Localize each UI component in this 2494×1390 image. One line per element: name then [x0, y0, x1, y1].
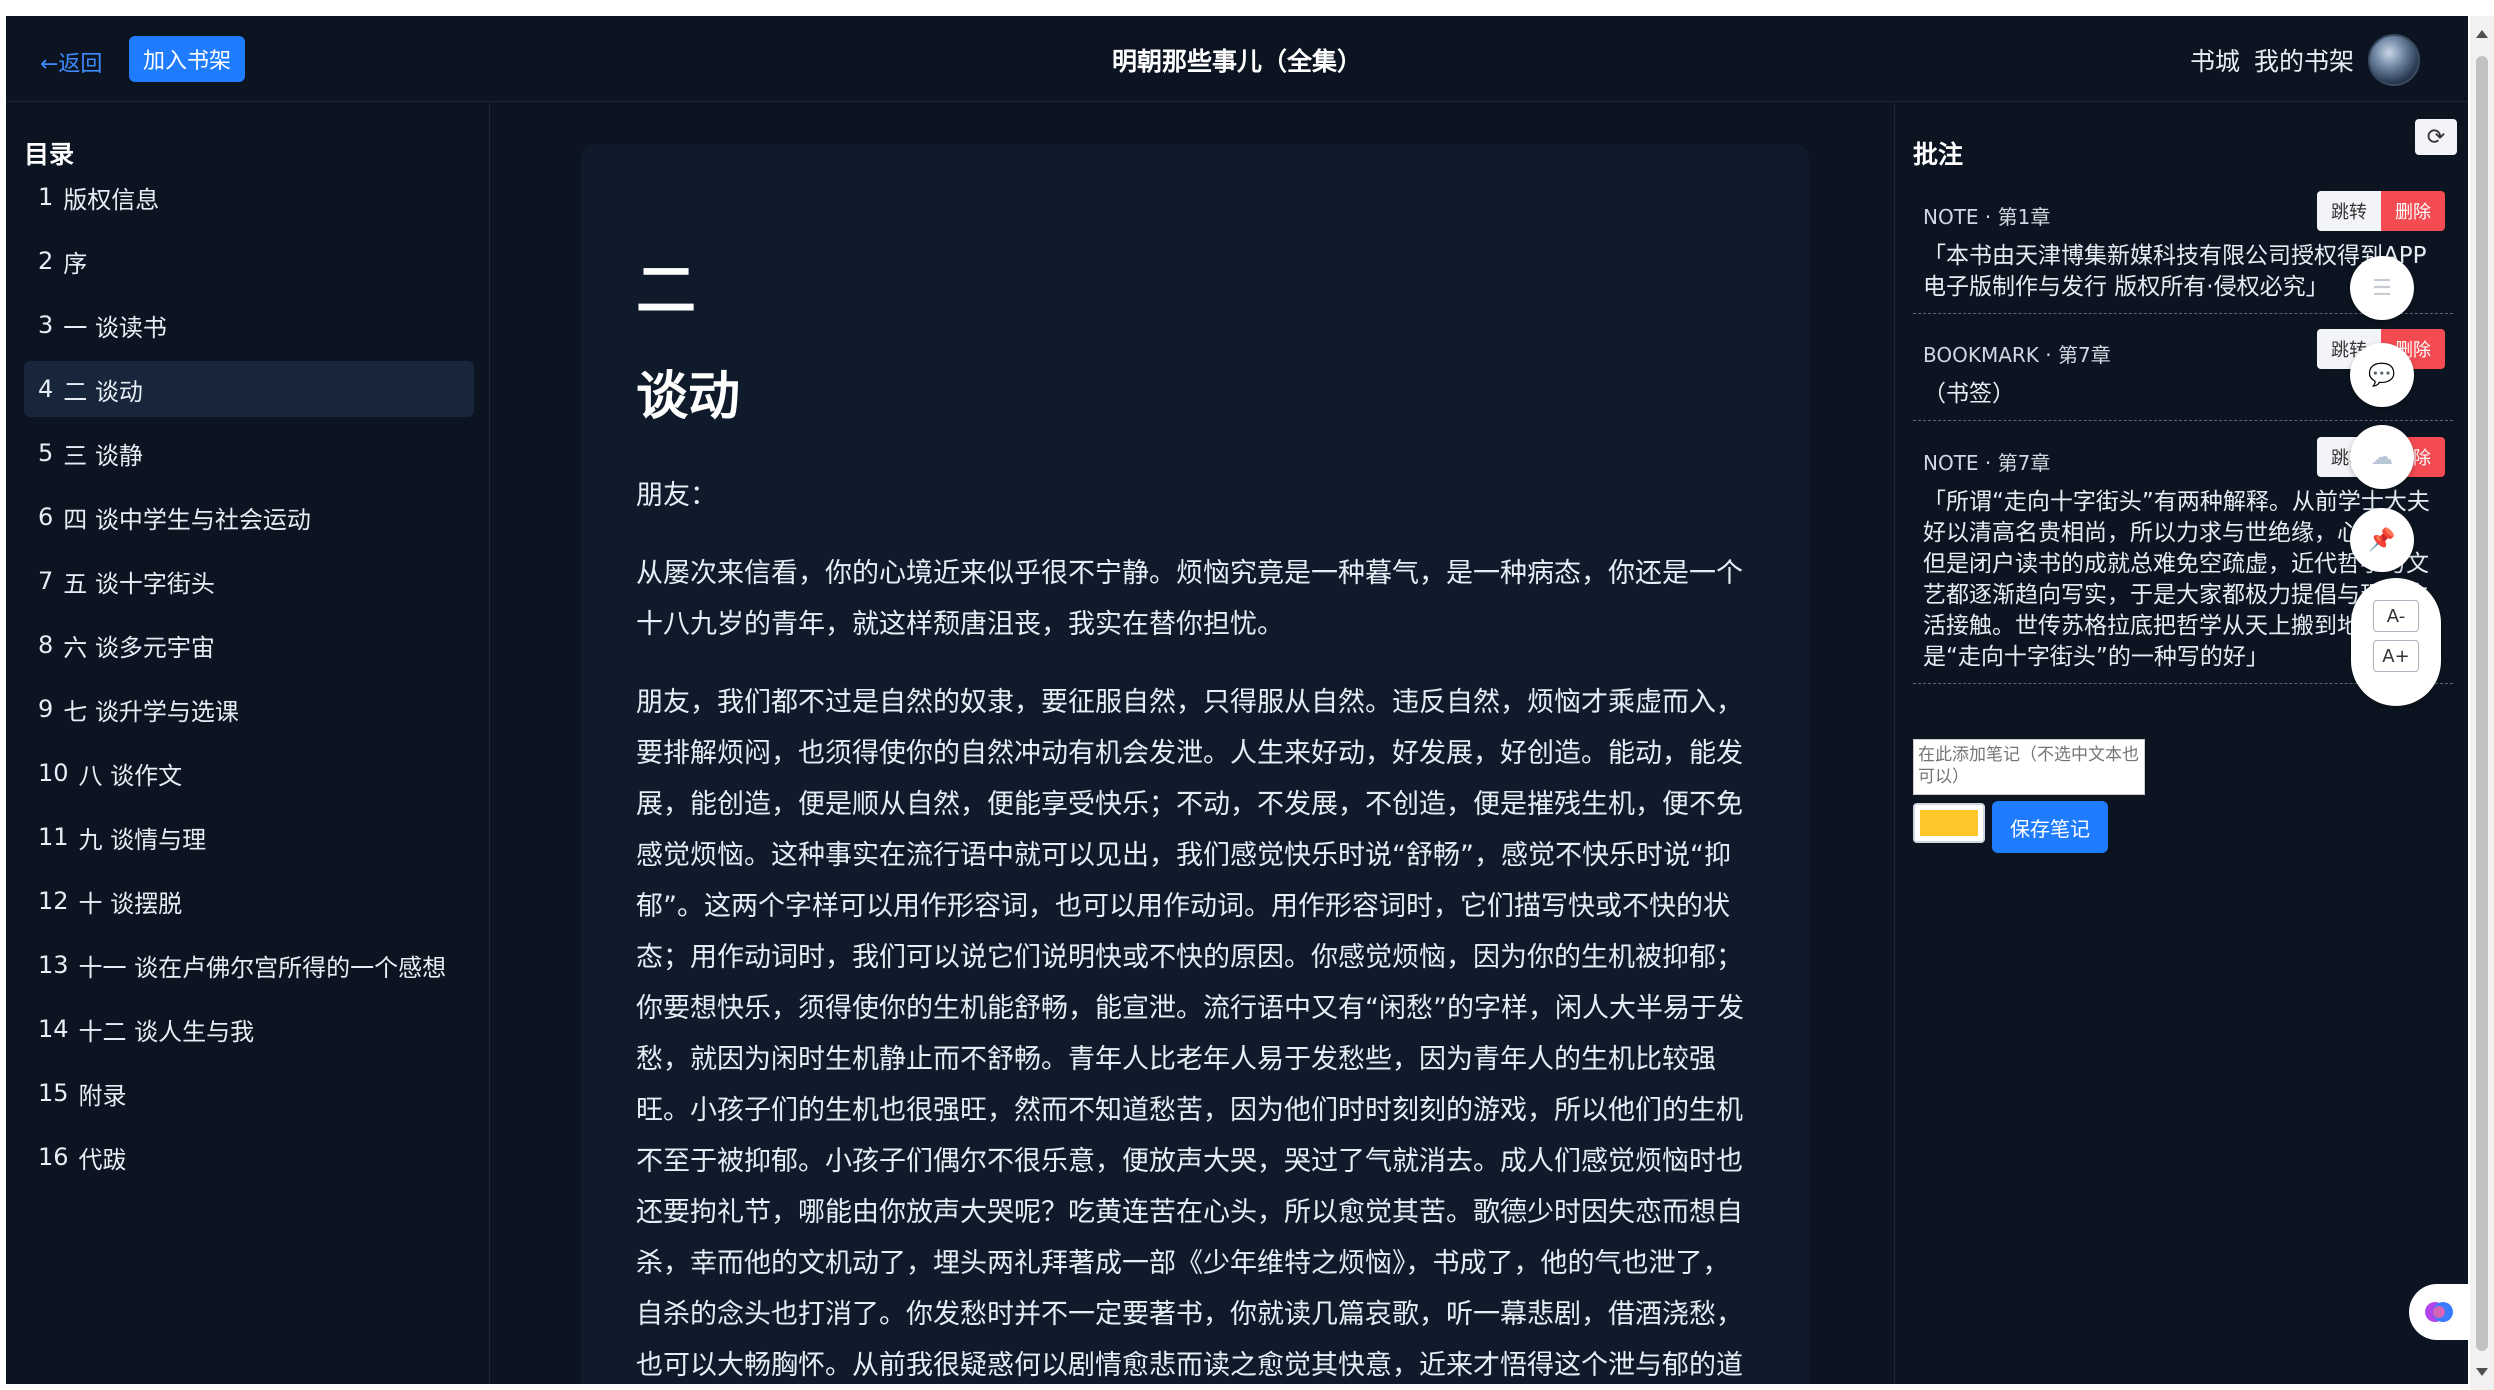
chapter-paragraph: 朋友，我们都不过是自然的奴隶，要征服自然，只得服从自然。违反自然，烦恼才乘虚而入…: [636, 687, 1744, 1381]
toc-item-number: 7: [38, 567, 54, 595]
chapter-body: 朋友： 从屡次来信看，你的心境近来似乎很不宁静。烦恼究竟是一种暮气，是一种病态，…: [636, 470, 1756, 1384]
toc-item-number: 8: [38, 631, 54, 659]
avatar[interactable]: [2368, 34, 2420, 86]
pin-icon: 📌: [2368, 527, 2396, 553]
note-jump-button[interactable]: 跳转: [2317, 191, 2381, 231]
scroll-up-icon[interactable]: [2476, 30, 2488, 38]
toc-item-label: 四 谈中学生与社会运动: [63, 505, 311, 534]
theme-float-button[interactable]: ☁: [2350, 425, 2414, 489]
font-decrease-button[interactable]: A-: [2373, 600, 2419, 632]
highlight-color-fill: [1920, 810, 1978, 836]
toc-item-number: 12: [38, 887, 69, 915]
menu-float-button[interactable]: ☰: [2350, 256, 2414, 320]
reader-page: 二 谈动 朋友： 从屡次来信看，你的心境近来似乎很不宁静。烦恼究竟是一种暮气，是…: [581, 144, 1809, 1384]
chapter-paragraph: 从屡次来信看，你的心境近来似乎很不宁静。烦恼究竟是一种暮气，是一种病态，你还是一…: [636, 558, 1743, 640]
note-input[interactable]: [1913, 739, 2145, 795]
toc-title: 目录: [24, 140, 75, 169]
refresh-button[interactable]: ⟳: [2415, 119, 2457, 155]
toc-item-number: 9: [38, 695, 54, 723]
toc-item-label: 九 谈情与理: [78, 825, 207, 854]
add-to-shelf-button[interactable]: 加入书架: [129, 36, 246, 82]
toc-item-label: 附录: [78, 1081, 127, 1110]
toc-item-number: 11: [38, 823, 69, 851]
toc-item-label: 十二 谈人生与我: [78, 1017, 255, 1046]
reader-app: ←返回 加入书架 明朝那些事儿（全集） 书城 我的书架 目录 1 版权信息 2序 …: [6, 16, 2468, 1384]
back-link[interactable]: ←返回: [40, 46, 102, 78]
toc-item-label: 二 谈动: [63, 377, 143, 406]
toc-item[interactable]: 9 七 谈升学与选课: [24, 681, 474, 737]
top-right-nav: 书城 我的书架: [2190, 34, 2420, 86]
scroll-down-icon[interactable]: [2476, 1368, 2488, 1376]
save-note-button[interactable]: 保存笔记: [1992, 801, 2108, 853]
menu-icon: ☰: [2372, 275, 2392, 301]
toc-item[interactable]: 10 八 谈作文: [24, 745, 474, 801]
toc-item[interactable]: 7 五 谈十字街头: [24, 553, 474, 609]
chapter-title: 谈动: [636, 367, 741, 427]
toc-item-number: 6: [38, 503, 54, 531]
toc-item-number: 5: [38, 439, 54, 467]
toc-item-label: 序: [63, 249, 88, 278]
chapter-number: 二: [636, 256, 696, 326]
bookmark-float-button[interactable]: 📌: [2350, 508, 2414, 572]
nav-my-shelf-link[interactable]: 我的书架: [2254, 42, 2354, 78]
toc-item-label: 三 谈静: [63, 441, 143, 470]
speech-bubble-icon: 💬: [2368, 362, 2396, 388]
page-scrollbar[interactable]: [2470, 16, 2494, 1390]
font-size-controls: A- A+: [2351, 578, 2441, 706]
note-meta: BOOKMARK · 第7章: [1923, 343, 2111, 367]
toc-item[interactable]: 15 附录: [24, 1065, 474, 1121]
toc-item-number: 4: [38, 375, 54, 403]
toc-item[interactable]: 11 九 谈情与理: [24, 809, 474, 865]
toc-item[interactable]: 5 三 谈静: [24, 425, 474, 481]
toc-item[interactable]: 13 十一 谈在卢佛尔宫所得的一个感想: [24, 937, 474, 993]
toc-item[interactable]: 2序: [24, 233, 474, 289]
assistant-button[interactable]: [2409, 1284, 2471, 1340]
font-increase-button[interactable]: A+: [2373, 640, 2419, 672]
toc-item-number: 3: [38, 311, 54, 339]
note-meta: NOTE · 第1章: [1923, 205, 2051, 229]
toc-item[interactable]: 8 六 谈多元宇宙: [24, 617, 474, 673]
browser-top-strip: [0, 0, 2494, 16]
toc-item-label: 版权信息: [63, 185, 160, 214]
toc-item-label: 五 谈十字街头: [63, 569, 215, 598]
toc-item-label: 代跋: [78, 1145, 127, 1174]
nav-store-link[interactable]: 书城: [2190, 42, 2240, 78]
top-bar: ←返回 加入书架 明朝那些事儿（全集） 书城 我的书架: [6, 16, 2468, 102]
toc-item-label: 七 谈升学与选课: [63, 697, 239, 726]
scroll-thumb[interactable]: [2476, 56, 2488, 1351]
notes-title: 批注: [1913, 140, 1964, 169]
toc-item-label: 八 谈作文: [78, 761, 183, 790]
toc-item-label: 十 谈摆脱: [78, 889, 183, 918]
book-title: 明朝那些事儿（全集）: [1111, 47, 1362, 76]
chapter-paragraph: 朋友：: [636, 480, 717, 511]
comment-float-button[interactable]: 💬: [2350, 343, 2414, 407]
toc-item[interactable]: 1 版权信息: [24, 169, 474, 225]
toc-item[interactable]: 16 代跋: [24, 1129, 474, 1185]
toc-item-label: 十一 谈在卢佛尔宫所得的一个感想: [78, 953, 447, 982]
toc-sidebar: 目录 1 版权信息 2序 3 一 谈读书 4 二 谈动 5 三 谈静 6 四 谈中学生与社…: [6, 103, 490, 1384]
toc-item[interactable]: 14 十二 谈人生与我: [24, 1001, 474, 1057]
note-delete-button[interactable]: 删除: [2381, 191, 2445, 231]
toc-item-label: 一 谈读书: [63, 313, 167, 342]
toc-item-label: 六 谈多元宇宙: [63, 633, 215, 662]
toc-item-number: 14: [38, 1015, 69, 1043]
brain-icon: [2425, 1302, 2453, 1322]
toc-item-number: 13: [38, 951, 69, 979]
highlight-color-picker[interactable]: [1913, 803, 1985, 843]
toc-item-number: 2: [38, 247, 54, 275]
cloud-icon: ☁: [2371, 444, 2393, 470]
toc-item[interactable]: 3 一 谈读书: [24, 297, 474, 353]
note-header: NOTE · 第1章 跳转 删除: [1913, 191, 2453, 233]
toc-item-number: 10: [38, 759, 69, 787]
toc-item-active[interactable]: 4 二 谈动: [24, 361, 474, 417]
refresh-icon: ⟳: [2426, 124, 2446, 150]
note-meta: NOTE · 第7章: [1923, 451, 2051, 475]
toc-item-number: 15: [38, 1079, 69, 1107]
note-actions: 跳转 删除: [2317, 191, 2445, 231]
toc-item[interactable]: 6 四 谈中学生与社会运动: [24, 489, 474, 545]
toc-list: 1 版权信息 2序 3 一 谈读书 4 二 谈动 5 三 谈静 6 四 谈中学生与社会运动…: [24, 169, 474, 1193]
toc-item[interactable]: 12 十 谈摆脱: [24, 873, 474, 929]
toc-item-number: 16: [38, 1143, 69, 1171]
toc-item-number: 1: [38, 183, 54, 211]
